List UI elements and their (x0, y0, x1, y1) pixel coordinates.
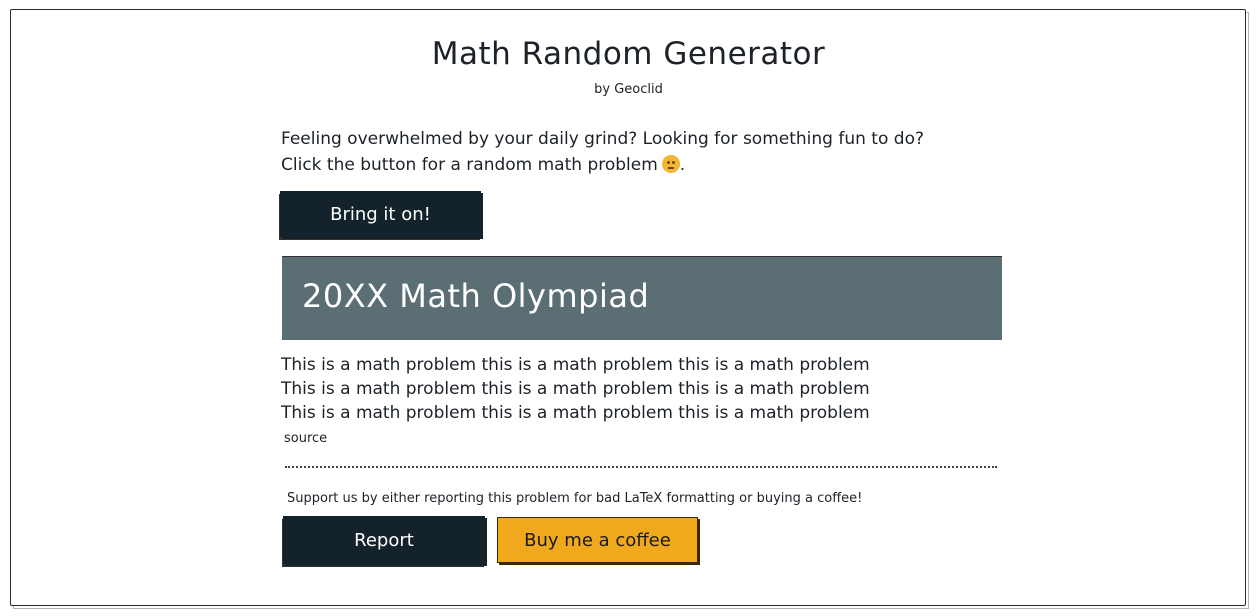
problem-banner: 20XX Math Olympiad (282, 256, 1002, 340)
report-button[interactable]: Report (283, 516, 485, 564)
bring-it-on-button[interactable]: Bring it on! (280, 191, 481, 237)
intro-line-2-suffix: . (679, 155, 686, 175)
dotted-divider (285, 466, 997, 468)
problem-line: This is a math problem this is a math pr… (281, 379, 870, 399)
support-text: Support us by either reporting this prob… (287, 491, 863, 506)
smiling-face-icon (661, 155, 680, 173)
source-link[interactable]: source (284, 431, 327, 446)
problem-line: This is a math problem this is a math pr… (281, 355, 870, 375)
intro-line-2: Click the button for a random math probl… (281, 152, 1011, 178)
problem-text: This is a math problem this is a math pr… (281, 353, 1001, 425)
intro-line-2-text: Click the button for a random math probl… (281, 155, 658, 175)
intro-line-1: Feeling overwhelmed by your daily grind?… (281, 129, 924, 149)
problem-banner-title: 20XX Math Olympiad (302, 277, 650, 315)
problem-line: This is a math problem this is a math pr… (281, 403, 870, 423)
intro-text: Feeling overwhelmed by your daily grind?… (281, 126, 1011, 178)
page-title: Math Random Generator (431, 36, 826, 72)
page-subtitle: by Geoclid (594, 82, 663, 97)
buy-me-a-coffee-button[interactable]: Buy me a coffee (497, 517, 698, 563)
